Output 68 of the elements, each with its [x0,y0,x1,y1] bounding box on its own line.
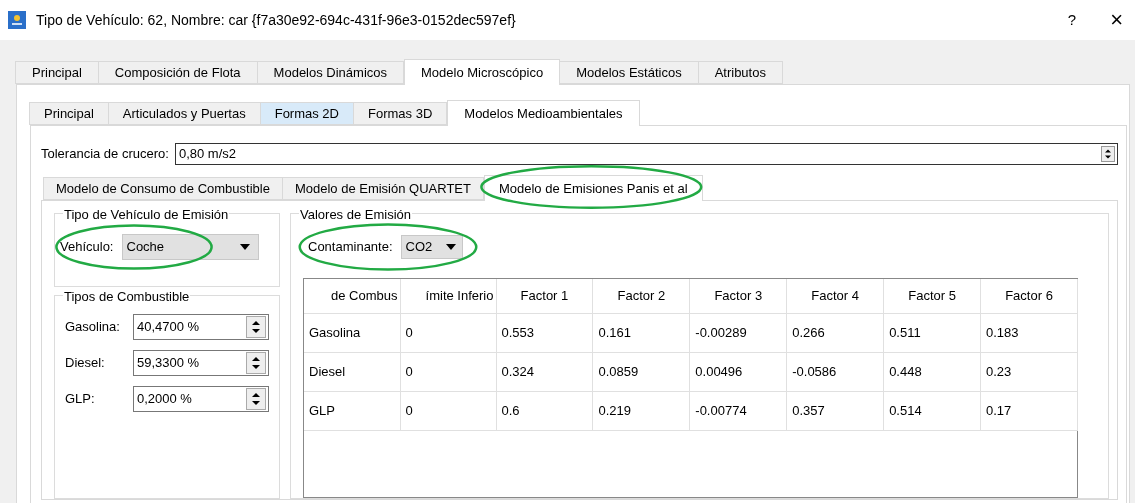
field-label: Vehículo: [60,238,114,257]
tab[interactable]: Modelo de Emisión QUARTET [281,177,484,200]
table-cell: 0.23 [980,352,1078,391]
column-header[interactable]: Factor 1 [496,279,593,313]
table-cell: GLP [304,391,400,430]
table-cell: 0 [400,313,496,352]
tab[interactable]: Principal [15,61,99,84]
table-cell: Diesel [304,352,400,391]
tab[interactable]: Composición de Flota [97,61,258,84]
field-label: Gasolina: [65,318,121,337]
window-title: Tipo de Vehículo: 62, Nombre: car {f7a30e92-694c-431f-96e3-0152dec597ef} [36,10,516,30]
tab[interactable]: Formas 2D [259,102,354,125]
tab[interactable]: Modelos Dinámicos [256,61,405,84]
vehicle-dropdown[interactable]: Coche [121,234,259,260]
field-label: Contaminante: [308,238,393,257]
table-cell: 0.161 [592,313,690,352]
table-cell: 0.514 [883,391,981,430]
app-icon [8,11,26,29]
tab[interactable]: Modelo de Emisiones Panis et al [483,175,703,201]
tab[interactable]: Modelo Microscópico [404,59,561,85]
table-cell: 0.0859 [592,352,690,391]
help-button[interactable]: ? [1067,8,1077,32]
table-cell: 0.448 [883,352,981,391]
table-cell: 0.511 [883,313,981,352]
tab[interactable]: Atributos [697,61,783,84]
table-cell: 0.183 [980,313,1078,352]
spin-arrows-icon[interactable] [1101,146,1115,162]
dropdown-arrow-icon [239,244,250,250]
tab[interactable]: Modelos Medioambientales [447,100,640,126]
table-cell: Gasolina [304,313,400,352]
tab[interactable]: Articulados y Puertas [107,102,261,125]
column-header[interactable]: Factor 4 [786,279,884,313]
table-cell: -0.00774 [689,391,787,430]
field-label: Diesel: [65,354,106,373]
field-label: GLP: [65,390,96,409]
table-cell: 0 [400,352,496,391]
column-header[interactable]: Factor 3 [689,279,787,313]
tab[interactable]: Modelos Estáticos [559,61,699,84]
close-button[interactable]: × [1110,9,1123,31]
column-header[interactable]: Factor 6 [980,279,1078,313]
spin-arrows-icon[interactable] [246,352,266,374]
table-cell: -0.00289 [689,313,787,352]
table-cell: 0.00496 [689,352,787,391]
column-header[interactable]: de Combus [304,279,400,313]
table-cell: 0 [400,391,496,430]
fuel-share-spinbox[interactable]: 0,2000 % [133,386,269,412]
field-label: Tolerancia de crucero: [41,145,169,164]
tab[interactable]: Modelo de Consumo de Combustible [43,177,283,200]
table-cell: 0.324 [496,352,593,391]
column-header[interactable]: ímite Inferio [400,279,496,313]
table-cell: 0.219 [592,391,690,430]
fuel-share-spinbox[interactable]: 40,4700 % [133,314,269,340]
spin-arrows-icon[interactable] [246,388,266,410]
table-cell: 0.266 [786,313,884,352]
table-cell: 0.17 [980,391,1078,430]
column-header[interactable]: Factor 5 [883,279,981,313]
spin-arrows-icon[interactable] [246,316,266,338]
table-cell: 0.357 [786,391,884,430]
pollutant-dropdown[interactable]: CO2 [400,235,463,259]
fuel-share-spinbox[interactable]: 59,3300 % [133,350,269,376]
tab[interactable]: Principal [29,102,109,125]
table-cell: 0.6 [496,391,593,430]
table-cell: 0.553 [496,313,593,352]
cruise-tolerance-spinbox[interactable]: 0,80 m/s2 [174,143,1118,165]
dropdown-arrow-icon [445,244,456,250]
table-cell: -0.0586 [786,352,884,391]
tab[interactable]: Formas 3D [353,102,448,125]
column-header[interactable]: Factor 2 [592,279,690,313]
